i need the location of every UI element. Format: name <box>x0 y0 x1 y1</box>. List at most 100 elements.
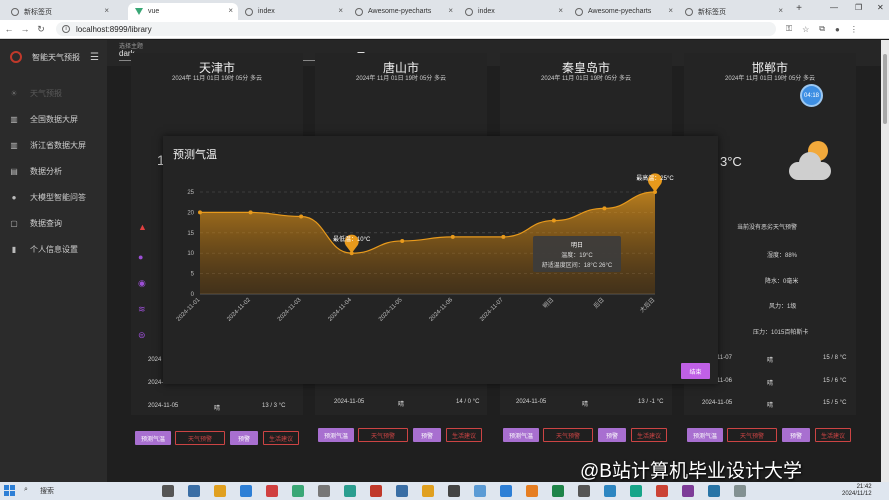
key-icon[interactable]: ⚿ <box>786 24 792 34</box>
weather-warning-button[interactable]: 天气预警 <box>543 428 593 442</box>
data-point <box>501 234 506 239</box>
scrollbar-thumb[interactable] <box>883 54 887 124</box>
watermark-text: @B站计算机毕业设计大学 <box>580 461 802 482</box>
sidebar-item[interactable]: ▤ 数据分析 <box>0 158 107 184</box>
taskbar-app-icon[interactable] <box>422 485 434 497</box>
taskbar-app-icon[interactable] <box>500 485 512 497</box>
forecast-button[interactable]: 预测气温 <box>135 431 171 445</box>
scrollbar[interactable] <box>881 40 889 482</box>
weather-warning-button[interactable]: 天气预警 <box>358 428 408 442</box>
close-tab-icon[interactable]: × <box>668 6 673 15</box>
data-point <box>551 218 556 223</box>
star-icon[interactable]: ☆ <box>802 25 809 34</box>
taskbar-app-icon[interactable] <box>526 485 538 497</box>
life-suggestion-button[interactable]: 生活建议 <box>815 428 851 442</box>
url-field[interactable]: i localhost:8999/library <box>56 22 776 36</box>
close-tab-icon[interactable]: × <box>448 6 453 15</box>
taskbar-app-icon[interactable] <box>578 485 590 497</box>
browser-tab[interactable]: 新标签页 × <box>678 3 788 20</box>
weather-warning-button[interactable]: 天气预警 <box>175 431 225 445</box>
browser-tab[interactable]: index × <box>458 3 568 20</box>
close-dialog-button[interactable]: 结束 <box>681 363 710 379</box>
life-suggestion-button[interactable]: 生活建议 <box>446 428 482 442</box>
close-tab-icon[interactable]: × <box>778 6 783 15</box>
close-window-icon[interactable]: ✕ <box>877 3 884 12</box>
alert-button[interactable]: 预警 <box>598 428 626 442</box>
taskbar-app-icon[interactable] <box>474 485 486 497</box>
taskbar-app-icon[interactable] <box>266 485 278 497</box>
forecast-button[interactable]: 预测气温 <box>503 428 539 442</box>
wind-icon: ≋ <box>138 304 146 314</box>
site-info-icon[interactable]: i <box>62 25 70 33</box>
taskbar-app-icon[interactable] <box>188 485 200 497</box>
taskbar-app-icon[interactable] <box>344 485 356 497</box>
sidebar-item[interactable]: ▢ 数据查询 <box>0 210 107 236</box>
taskbar-app-icon[interactable] <box>604 485 616 497</box>
taskbar-app-icon[interactable] <box>214 485 226 497</box>
taskbar-app-icon[interactable] <box>292 485 304 497</box>
life-suggestion-button[interactable]: 生活建议 <box>631 428 667 442</box>
x-tick-label: 大后日 <box>638 296 656 314</box>
sidebar: 智能天气预报 ☰ ☀ 天气预报 ▥ 全国数据大屏 ▥ 浙江省数据大屏 ▤ 数据分析 ● 大模型智能… <box>0 40 107 482</box>
back-icon[interactable]: ← <box>2 24 16 34</box>
taskbar-app-icon[interactable] <box>656 485 668 497</box>
browser-tab[interactable]: index × <box>238 3 348 20</box>
reload-icon[interactable]: ↻ <box>34 24 48 35</box>
tab-label: vue <box>148 8 160 15</box>
taskbar-app-icon[interactable] <box>708 485 720 497</box>
data-point <box>299 214 304 219</box>
minimize-icon[interactable]: — <box>830 3 838 12</box>
sidebar-item[interactable]: ☀ 天气预报 <box>0 80 107 106</box>
taskbar-app-icon[interactable] <box>240 485 252 497</box>
y-tick-label: 10 <box>187 251 194 257</box>
taskbar-app-icon[interactable] <box>318 485 330 497</box>
browser-tab[interactable]: Awesome-pyecharts × <box>568 3 678 20</box>
taskbar-app-icon[interactable] <box>734 485 746 497</box>
browser-tab[interactable]: Awesome-pyecharts × <box>348 3 458 20</box>
warning-icon: ▲ <box>138 222 147 232</box>
weather-warning-button[interactable]: 天气预警 <box>727 428 777 442</box>
forecast-button[interactable]: 预测气温 <box>687 428 723 442</box>
taskbar-search[interactable]: 搜索 <box>40 486 54 496</box>
sidebar-item[interactable]: ▥ 全国数据大屏 <box>0 106 107 132</box>
taskbar-app-icon[interactable] <box>630 485 642 497</box>
taskbar-app-icon[interactable] <box>448 485 460 497</box>
more-icon[interactable]: ⋮ <box>850 25 858 34</box>
nav-list: ☀ 天气预报 ▥ 全国数据大屏 ▥ 浙江省数据大屏 ▤ 数据分析 ● 大模型智能问答 ▢ 数据查询 ▮ 个… <box>0 74 107 262</box>
close-tab-icon[interactable]: × <box>104 6 109 15</box>
search-icon[interactable]: ⌕ <box>24 486 28 494</box>
tab-strip: 新标签页 × vue × index × Awesome-pyecharts × index × A… <box>0 0 889 20</box>
analytics-icon: ▤ <box>10 166 18 176</box>
new-tab-button[interactable]: + <box>790 3 808 14</box>
forecast-button[interactable]: 预测气温 <box>318 428 354 442</box>
alert-button[interactable]: 预警 <box>230 431 258 445</box>
alert-button[interactable]: 预警 <box>413 428 441 442</box>
menu-toggle-icon[interactable]: ☰ <box>90 52 99 63</box>
forecast-row: 11-07 晴 15 / 8 °C <box>717 355 877 367</box>
globe-icon <box>11 8 19 16</box>
city-time: 2024年 11月 01日 19时 05分 多云 <box>172 76 262 82</box>
sidebar-item[interactable]: ▮ 个人信息设置 <box>0 236 107 262</box>
taskbar-app-icon[interactable] <box>370 485 382 497</box>
sidebar-item[interactable]: ▥ 浙江省数据大屏 <box>0 132 107 158</box>
browser-tab[interactable]: vue × <box>128 3 238 20</box>
rain-text: 降水：0毫米 <box>765 279 799 285</box>
alert-button[interactable]: 预警 <box>782 428 810 442</box>
taskbar-app-icon[interactable] <box>552 485 564 497</box>
forward-icon[interactable]: → <box>18 24 32 34</box>
start-icon[interactable] <box>4 485 15 496</box>
browser-tab[interactable]: 新标签页 × <box>4 3 114 20</box>
pressure-text: 压力：1015百帕斯卡 <box>753 330 809 336</box>
forecast-weather: 晴 <box>767 403 774 409</box>
close-tab-icon[interactable]: × <box>228 6 233 15</box>
taskbar-app-icon[interactable] <box>682 485 694 497</box>
life-suggestion-button[interactable]: 生活建议 <box>263 431 299 445</box>
profile-icon[interactable]: ● <box>835 25 840 34</box>
taskbar-app-icon[interactable] <box>396 485 408 497</box>
extensions-icon[interactable]: ⧉ <box>819 24 825 34</box>
close-tab-icon[interactable]: × <box>338 6 343 15</box>
taskbar-app-icon[interactable] <box>162 485 174 497</box>
sidebar-item[interactable]: ● 大模型智能问答 <box>0 184 107 210</box>
maximize-icon[interactable]: ❐ <box>855 3 862 12</box>
close-tab-icon[interactable]: × <box>558 6 563 15</box>
